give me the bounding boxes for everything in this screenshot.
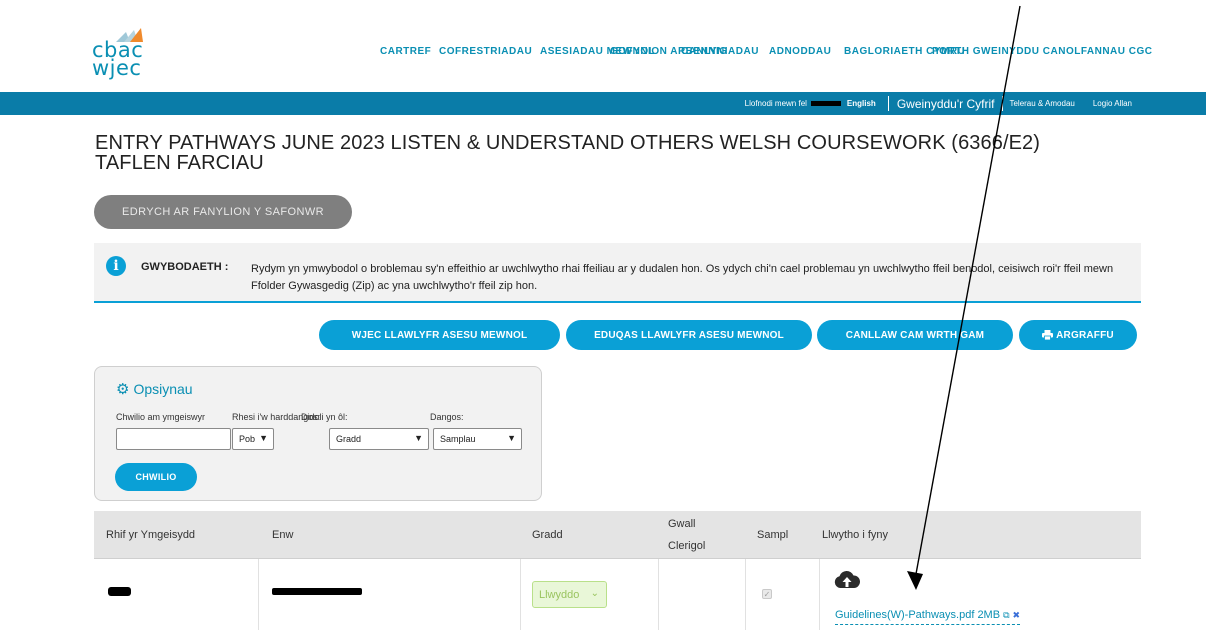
column-divider bbox=[745, 559, 746, 630]
grade-select[interactable]: Llwyddo ⌄ bbox=[532, 581, 607, 608]
show-value: Samplau bbox=[440, 434, 476, 444]
options-heading: ⚙ Opsiynau bbox=[116, 380, 193, 398]
nav-welsh-bacc[interactable]: BAGLORIAETH CYMRU bbox=[844, 43, 965, 61]
redacted-username bbox=[810, 101, 841, 106]
info-box: i GWYBODAETH : Rydym yn ymwybodol o brob… bbox=[94, 243, 1141, 303]
column-divider bbox=[658, 559, 659, 630]
nav-centre-portal[interactable]: PORTH GWEINYDDU CANOLFANNAU CGC bbox=[932, 43, 1162, 61]
account-admin-link[interactable]: Gweinyddu'r Cyfrif bbox=[897, 97, 995, 111]
print-button[interactable]: ARGRAFFU bbox=[1019, 320, 1137, 350]
sort-by-value: Gradd bbox=[336, 434, 362, 444]
language-english-link[interactable]: English bbox=[847, 99, 876, 108]
nav-registrations[interactable]: COFRESTRIADAU bbox=[439, 43, 532, 61]
header-name[interactable]: Enw bbox=[272, 511, 293, 559]
table-header: Rhif yr Ymgeisydd Enw Gradd Gwall Clerig… bbox=[94, 511, 1141, 559]
header-clerical-error-line2: Clerigol bbox=[668, 540, 706, 552]
search-candidates-label: Chwilio am ymgeiswyr bbox=[116, 412, 206, 422]
external-link-icon[interactable]: ⧉ bbox=[1003, 610, 1009, 620]
uploaded-file-link[interactable]: Guidelines(W)-Pathways.pdf 2MB ⧉ ✖ bbox=[835, 608, 1021, 625]
header-sample[interactable]: Sampl bbox=[757, 511, 788, 559]
redacted-candidate-number bbox=[108, 587, 131, 596]
print-label: ARGRAFFU bbox=[1056, 329, 1114, 341]
header-clerical-error-line1: Gwall bbox=[668, 518, 696, 530]
chevron-down-icon: ▼ bbox=[414, 433, 423, 443]
cloud-upload-icon[interactable] bbox=[834, 570, 860, 590]
logout-link[interactable]: Logio Allan bbox=[1093, 99, 1132, 108]
wjec-handbook-button[interactable]: WJEC LLAWLYFR ASESU MEWNOL bbox=[319, 320, 560, 350]
sample-checkbox[interactable]: ✓ bbox=[762, 589, 772, 599]
terms-link[interactable]: Telerau & Amodau bbox=[1009, 99, 1074, 108]
view-moderator-details-button[interactable]: EDRYCH AR FANYLION Y SAFONWR bbox=[94, 195, 352, 229]
redacted-candidate-name bbox=[272, 588, 362, 595]
nav-home[interactable]: CARTREF bbox=[380, 43, 431, 61]
search-button[interactable]: CHWILIO bbox=[115, 463, 197, 491]
info-label: GWYBODAETH : bbox=[141, 261, 229, 273]
header-clerical-error[interactable]: Gwall Clerigol bbox=[668, 511, 705, 559]
chevron-down-icon: ▼ bbox=[507, 433, 516, 443]
nav-resources[interactable]: ADNODDAU bbox=[769, 43, 833, 61]
header-grade[interactable]: Gradd bbox=[532, 511, 563, 559]
sort-by-select[interactable]: Gradd ▼ bbox=[329, 428, 429, 450]
divider bbox=[1002, 96, 1004, 111]
info-icon: i bbox=[106, 256, 126, 276]
info-text: Rydym yn ymwybodol o broblemau sy'n effe… bbox=[251, 263, 1114, 292]
wjec-logo[interactable]: cbac wjec bbox=[92, 22, 152, 80]
step-by-step-guide-button[interactable]: CANLLAW CAM WRTH GAM bbox=[817, 320, 1013, 350]
rows-to-display-value: Pob bbox=[239, 434, 256, 444]
show-label: Dangos: bbox=[430, 412, 464, 422]
rows-to-display-select[interactable]: Pob ▼ bbox=[232, 428, 274, 450]
header-upload[interactable]: Llwytho i fyny bbox=[822, 511, 888, 559]
header-candidate-number[interactable]: Rhif yr Ymgeisydd bbox=[106, 511, 195, 559]
column-divider bbox=[520, 559, 521, 630]
chevron-down-icon: ⌄ bbox=[590, 588, 599, 599]
printer-icon bbox=[1042, 330, 1054, 340]
grade-value: Llwyddo bbox=[539, 588, 580, 601]
chevron-down-icon: ▼ bbox=[259, 433, 268, 443]
nav-results[interactable]: CANLYNIADAU bbox=[681, 43, 758, 61]
close-icon[interactable]: ✖ bbox=[1013, 610, 1021, 620]
column-divider bbox=[819, 559, 820, 630]
column-divider bbox=[258, 559, 259, 630]
search-candidates-input[interactable] bbox=[116, 428, 231, 450]
show-select[interactable]: Samplau ▼ bbox=[433, 428, 522, 450]
uploaded-file-name: Guidelines(W)-Pathways.pdf 2MB bbox=[835, 609, 1001, 621]
signed-in-text: Llofnodi mewn fel bbox=[744, 99, 807, 108]
nav-special-requirements[interactable]: GOFYNION ARBENNIG bbox=[610, 43, 727, 61]
main-navigation: CARTREF COFRESTRIADAU ASESIADAU MEWNOL G… bbox=[380, 43, 1173, 61]
divider bbox=[887, 96, 889, 111]
action-buttons: WJEC LLAWLYFR ASESU MEWNOL EDUQAS LLAWLY… bbox=[0, 320, 1206, 350]
nav-internal-assessment[interactable]: ASESIADAU MEWNOL bbox=[540, 43, 655, 61]
eduqas-handbook-button[interactable]: EDUQAS LLAWLYFR ASESU MEWNOL bbox=[566, 320, 812, 350]
user-bar: Llofnodi mewn fel English Gweinyddu'r Cy… bbox=[0, 92, 1206, 115]
gear-icon: ⚙ bbox=[116, 381, 130, 398]
sort-by-label: Didoli yn ôl: bbox=[301, 412, 348, 422]
page-title: ENTRY PATHWAYS JUNE 2023 LISTEN & UNDERS… bbox=[95, 132, 1041, 174]
options-panel: ⚙ Opsiynau Chwilio am ymgeiswyr Rhesi i'… bbox=[94, 366, 542, 501]
options-heading-label: Opsiynau bbox=[133, 381, 193, 397]
logo-text-wjec: wjec bbox=[92, 56, 142, 80]
